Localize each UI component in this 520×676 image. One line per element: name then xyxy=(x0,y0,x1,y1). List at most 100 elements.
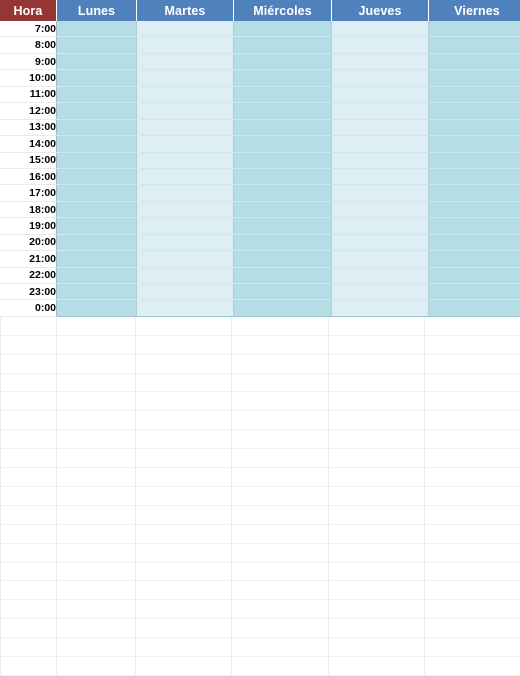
schedule-slot-cell[interactable] xyxy=(57,136,137,152)
schedule-slot-cell[interactable] xyxy=(137,201,234,217)
schedule-slot-cell[interactable] xyxy=(57,37,137,53)
schedule-slot-cell[interactable] xyxy=(57,185,137,201)
hour-label-cell[interactable]: 18:00 xyxy=(0,201,57,217)
hour-label-cell[interactable]: 20:00 xyxy=(0,234,57,250)
schedule-slot-cell[interactable] xyxy=(429,53,520,69)
column-header-martes[interactable]: Martes xyxy=(137,0,234,21)
schedule-slot-cell[interactable] xyxy=(234,168,332,184)
schedule-slot-cell[interactable] xyxy=(234,152,332,168)
schedule-slot-cell[interactable] xyxy=(429,37,520,53)
schedule-slot-cell[interactable] xyxy=(57,234,137,250)
schedule-slot-cell[interactable] xyxy=(429,201,520,217)
hour-label-cell[interactable]: 19:00 xyxy=(0,218,57,234)
column-header-miercoles[interactable]: Miércoles xyxy=(234,0,332,21)
schedule-slot-cell[interactable] xyxy=(57,70,137,86)
schedule-slot-cell[interactable] xyxy=(234,267,332,283)
column-header-hora[interactable]: Hora xyxy=(0,0,57,21)
schedule-slot-cell[interactable] xyxy=(332,168,429,184)
schedule-slot-cell[interactable] xyxy=(137,267,234,283)
schedule-slot-cell[interactable] xyxy=(332,21,429,37)
schedule-slot-cell[interactable] xyxy=(332,201,429,217)
schedule-slot-cell[interactable] xyxy=(429,152,520,168)
schedule-slot-cell[interactable] xyxy=(137,119,234,135)
schedule-slot-cell[interactable] xyxy=(137,234,234,250)
schedule-slot-cell[interactable] xyxy=(332,152,429,168)
schedule-slot-cell[interactable] xyxy=(429,218,520,234)
schedule-slot-cell[interactable] xyxy=(332,284,429,300)
schedule-slot-cell[interactable] xyxy=(57,86,137,102)
schedule-slot-cell[interactable] xyxy=(332,70,429,86)
schedule-slot-cell[interactable] xyxy=(137,103,234,119)
hour-label-cell[interactable]: 12:00 xyxy=(0,103,57,119)
schedule-slot-cell[interactable] xyxy=(137,70,234,86)
schedule-slot-cell[interactable] xyxy=(137,284,234,300)
hour-label-cell[interactable]: 0:00 xyxy=(0,300,57,316)
schedule-slot-cell[interactable] xyxy=(234,86,332,102)
schedule-slot-cell[interactable] xyxy=(234,37,332,53)
schedule-slot-cell[interactable] xyxy=(57,53,137,69)
hour-label-cell[interactable]: 16:00 xyxy=(0,168,57,184)
schedule-slot-cell[interactable] xyxy=(137,152,234,168)
schedule-slot-cell[interactable] xyxy=(332,53,429,69)
hour-label-cell[interactable]: 23:00 xyxy=(0,284,57,300)
hour-label-cell[interactable]: 7:00 xyxy=(0,21,57,37)
schedule-slot-cell[interactable] xyxy=(429,267,520,283)
schedule-slot-cell[interactable] xyxy=(137,300,234,316)
schedule-slot-cell[interactable] xyxy=(137,136,234,152)
schedule-slot-cell[interactable] xyxy=(429,185,520,201)
schedule-slot-cell[interactable] xyxy=(137,218,234,234)
schedule-slot-cell[interactable] xyxy=(429,70,520,86)
schedule-slot-cell[interactable] xyxy=(234,185,332,201)
schedule-slot-cell[interactable] xyxy=(429,86,520,102)
column-header-lunes[interactable]: Lunes xyxy=(57,0,137,21)
schedule-slot-cell[interactable] xyxy=(332,136,429,152)
schedule-slot-cell[interactable] xyxy=(234,300,332,316)
schedule-slot-cell[interactable] xyxy=(429,284,520,300)
schedule-slot-cell[interactable] xyxy=(332,119,429,135)
schedule-slot-cell[interactable] xyxy=(332,185,429,201)
schedule-slot-cell[interactable] xyxy=(234,21,332,37)
schedule-slot-cell[interactable] xyxy=(57,218,137,234)
schedule-slot-cell[interactable] xyxy=(137,86,234,102)
schedule-slot-cell[interactable] xyxy=(137,21,234,37)
hour-label-cell[interactable]: 17:00 xyxy=(0,185,57,201)
schedule-slot-cell[interactable] xyxy=(137,168,234,184)
hour-label-cell[interactable]: 21:00 xyxy=(0,251,57,267)
schedule-slot-cell[interactable] xyxy=(137,53,234,69)
schedule-slot-cell[interactable] xyxy=(57,201,137,217)
schedule-slot-cell[interactable] xyxy=(57,300,137,316)
schedule-slot-cell[interactable] xyxy=(429,300,520,316)
schedule-slot-cell[interactable] xyxy=(429,119,520,135)
schedule-slot-cell[interactable] xyxy=(57,267,137,283)
schedule-slot-cell[interactable] xyxy=(234,119,332,135)
schedule-slot-cell[interactable] xyxy=(332,86,429,102)
hour-label-cell[interactable]: 15:00 xyxy=(0,152,57,168)
schedule-slot-cell[interactable] xyxy=(234,103,332,119)
schedule-slot-cell[interactable] xyxy=(57,168,137,184)
schedule-slot-cell[interactable] xyxy=(332,300,429,316)
hour-label-cell[interactable]: 13:00 xyxy=(0,119,57,135)
hour-label-cell[interactable]: 9:00 xyxy=(0,53,57,69)
schedule-slot-cell[interactable] xyxy=(332,218,429,234)
hour-label-cell[interactable]: 11:00 xyxy=(0,86,57,102)
schedule-slot-cell[interactable] xyxy=(57,152,137,168)
schedule-slot-cell[interactable] xyxy=(234,251,332,267)
schedule-slot-cell[interactable] xyxy=(57,21,137,37)
schedule-slot-cell[interactable] xyxy=(332,103,429,119)
schedule-slot-cell[interactable] xyxy=(57,103,137,119)
schedule-slot-cell[interactable] xyxy=(332,234,429,250)
schedule-slot-cell[interactable] xyxy=(234,284,332,300)
schedule-slot-cell[interactable] xyxy=(429,21,520,37)
hour-label-cell[interactable]: 8:00 xyxy=(0,37,57,53)
hour-label-cell[interactable]: 10:00 xyxy=(0,70,57,86)
schedule-slot-cell[interactable] xyxy=(137,185,234,201)
schedule-slot-cell[interactable] xyxy=(429,251,520,267)
schedule-slot-cell[interactable] xyxy=(57,119,137,135)
schedule-slot-cell[interactable] xyxy=(429,168,520,184)
schedule-slot-cell[interactable] xyxy=(234,53,332,69)
schedule-slot-cell[interactable] xyxy=(234,136,332,152)
schedule-slot-cell[interactable] xyxy=(429,103,520,119)
schedule-slot-cell[interactable] xyxy=(332,251,429,267)
schedule-slot-cell[interactable] xyxy=(234,201,332,217)
schedule-slot-cell[interactable] xyxy=(429,136,520,152)
